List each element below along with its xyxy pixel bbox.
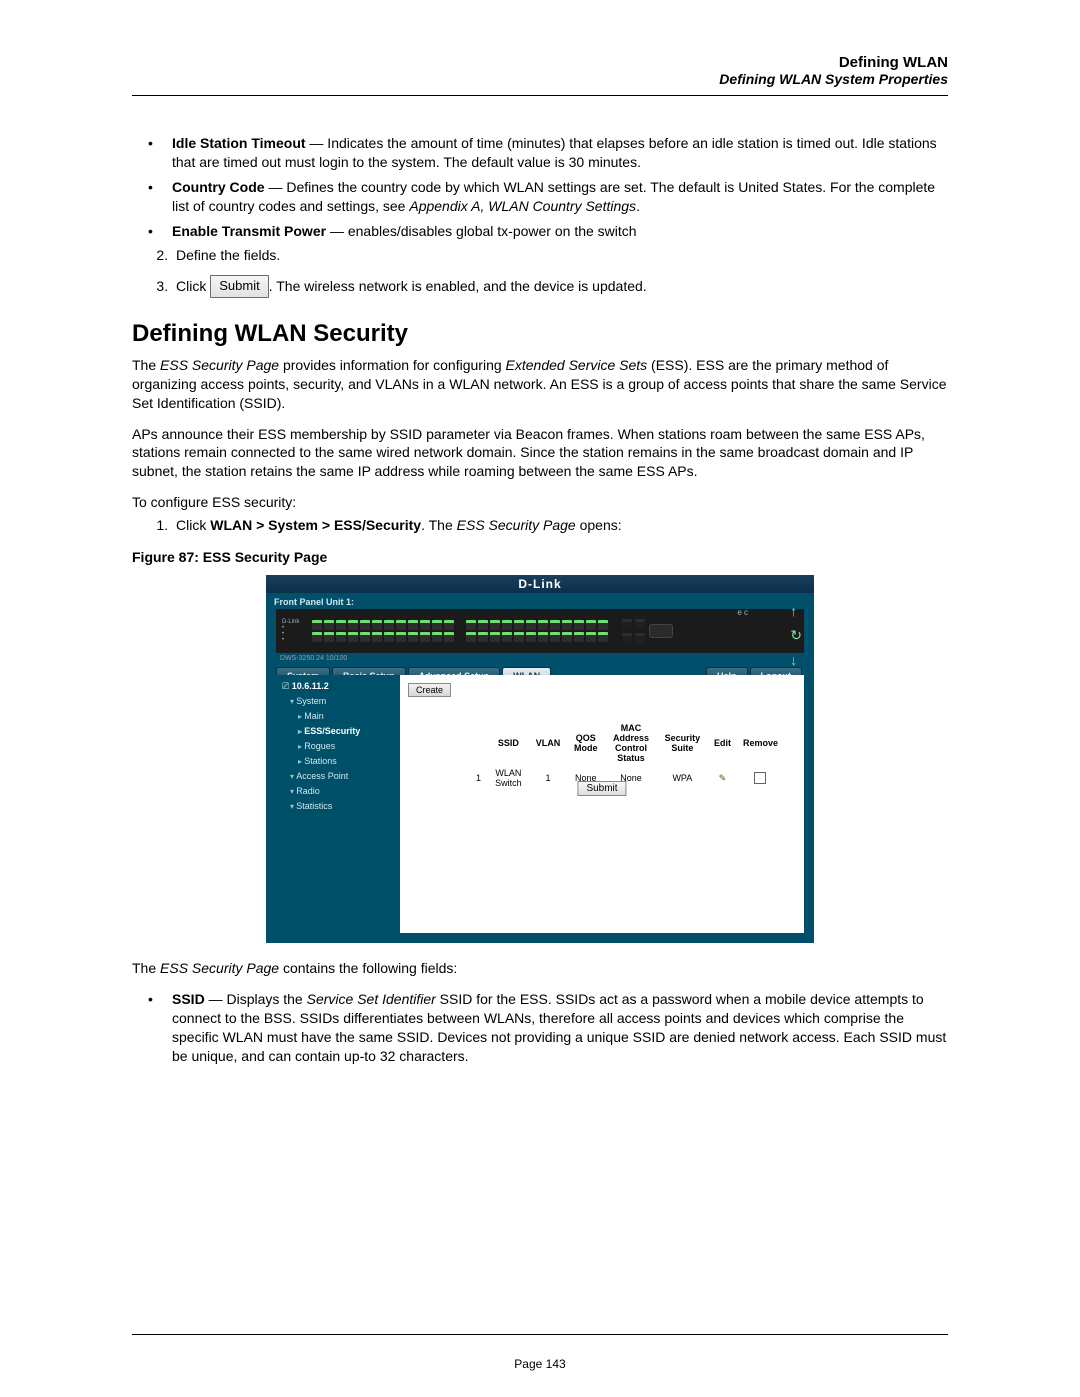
document-page: Defining WLAN Defining WLAN System Prope… <box>0 0 1080 1397</box>
main-content-pane: Create SSID VLAN QOS Mode MAC Address Co… <box>400 675 804 933</box>
sidebar-item-access-point[interactable]: Access Point <box>290 769 394 784</box>
ess-table: SSID VLAN QOS Mode MAC Address Control S… <box>470 721 784 791</box>
sidebar-item-radio[interactable]: Radio <box>290 784 394 799</box>
create-button[interactable]: Create <box>408 683 451 697</box>
bullet-transmit-power: Enable Transmit Power — enables/disables… <box>160 222 948 241</box>
intro-paragraph-3: To configure ESS security: <box>132 493 948 512</box>
sidebar-ip: 10.6.11.2 <box>282 679 394 694</box>
sidebar-item-rogues[interactable]: Rogues <box>298 739 394 754</box>
page-number: Page 143 <box>0 1357 1080 1371</box>
col-qos: QOS Mode <box>566 721 605 765</box>
step-navigate: Click WLAN > System > ESS/Security. The … <box>172 516 948 535</box>
col-security: Security Suite <box>657 721 708 765</box>
section-title: Defining WLAN System Properties <box>132 71 948 87</box>
intro-paragraph-2: APs announce their ESS membership by SSI… <box>132 425 948 482</box>
chapter-title: Defining WLAN <box>132 54 948 71</box>
serial-port-icon <box>649 624 673 638</box>
port-group <box>466 620 608 642</box>
refresh-icon[interactable]: ↻ <box>790 627 802 644</box>
panel-tiny-labels: e c <box>737 608 748 617</box>
section-heading: Defining WLAN Security <box>132 320 948 348</box>
bullet-idle-timeout: Idle Station Timeout — Indicates the amo… <box>160 134 948 172</box>
sidebar-item-ess-security[interactable]: ESS/Security <box>298 724 394 739</box>
steps-continued: Define the fields. Click Submit. The wir… <box>132 246 948 297</box>
sidebar-item-main[interactable]: Main <box>298 709 394 724</box>
switch-front-panel: D-Link••• <box>276 609 804 653</box>
page-header: Defining WLAN Defining WLAN System Prope… <box>132 54 948 87</box>
header-rule <box>132 95 948 96</box>
ess-security-screenshot: D-Link Front Panel Unit 1: D-Link••• <box>266 575 814 943</box>
field-bullets-bottom: SSID — Displays the Service Set Identifi… <box>132 990 948 1066</box>
sidebar-item-system[interactable]: System <box>290 694 394 709</box>
front-panel-label: Front Panel Unit 1: <box>266 593 814 609</box>
down-arrow-icon[interactable]: ↓ <box>790 652 802 668</box>
edit-icon[interactable] <box>708 765 737 791</box>
panel-action-icons: ↑ ↻ ↓ <box>790 603 802 668</box>
step-click-submit: Click Submit. The wireless network is en… <box>172 275 948 298</box>
configure-steps: Click WLAN > System > ESS/Security. The … <box>132 516 948 535</box>
submit-button[interactable]: Submit <box>577 781 626 796</box>
step-define-fields: Define the fields. <box>172 246 948 265</box>
remove-checkbox[interactable] <box>737 765 784 791</box>
sidebar-item-statistics[interactable]: Statistics <box>290 799 394 814</box>
col-mac: MAC Address Control Status <box>605 721 657 765</box>
col-vlan: VLAN <box>530 721 567 765</box>
device-model-caption: DWS-3250 24 10/100 <box>266 653 814 663</box>
nav-sidebar: 10.6.11.2 System Main ESS/Security Rogue… <box>276 675 400 933</box>
after-figure-paragraph: The ESS Security Page contains the follo… <box>132 959 948 978</box>
table-row: 1 WLAN Switch 1 None None WPA <box>470 765 784 791</box>
table-header-row: SSID VLAN QOS Mode MAC Address Control S… <box>470 721 784 765</box>
device-labels: D-Link••• <box>282 619 308 643</box>
col-remove: Remove <box>737 721 784 765</box>
field-bullets-top: Idle Station Timeout — Indicates the amo… <box>132 134 948 240</box>
footer-rule <box>132 1334 948 1335</box>
sidebar-item-stations[interactable]: Stations <box>298 754 394 769</box>
submit-button-chip: Submit <box>210 275 268 298</box>
figure-caption: Figure 87: ESS Security Page <box>132 549 948 565</box>
workspace: 10.6.11.2 System Main ESS/Security Rogue… <box>276 675 804 933</box>
bullet-ssid: SSID — Displays the Service Set Identifi… <box>160 990 948 1066</box>
col-edit: Edit <box>708 721 737 765</box>
brand-banner: D-Link <box>266 575 814 593</box>
col-ssid: SSID <box>487 721 530 765</box>
bullet-country-code: Country Code — Defines the country code … <box>160 178 948 216</box>
up-arrow-icon[interactable]: ↑ <box>790 603 802 619</box>
aux-ports <box>622 619 645 643</box>
port-group <box>312 620 454 642</box>
intro-paragraph-1: The ESS Security Page provides informati… <box>132 356 948 413</box>
